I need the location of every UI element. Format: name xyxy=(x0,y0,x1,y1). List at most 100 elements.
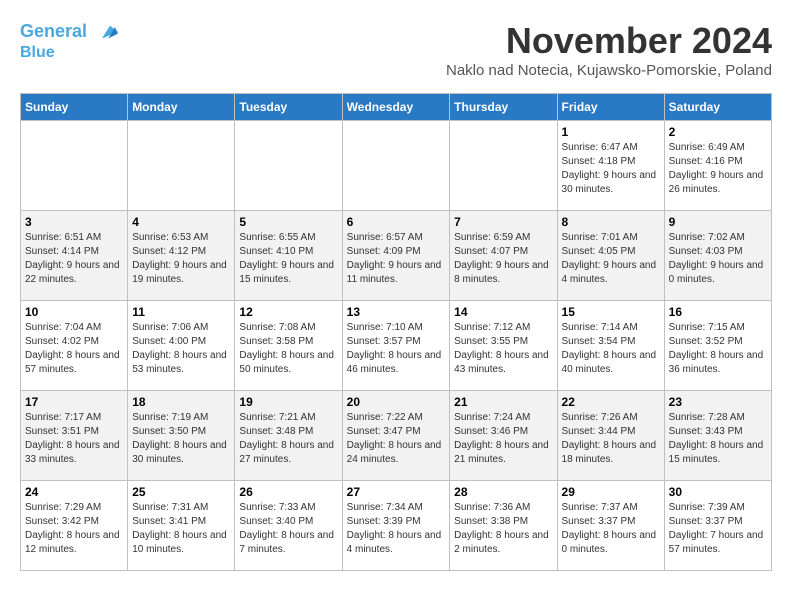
calendar-cell: 11 Sunrise: 7:06 AM Sunset: 4:00 PM Dayli… xyxy=(128,301,235,391)
calendar: SundayMondayTuesdayWednesdayThursdayFrid… xyxy=(20,93,772,571)
calendar-header: SundayMondayTuesdayWednesdayThursdayFrid… xyxy=(21,94,772,121)
calendar-cell: 17 Sunrise: 7:17 AM Sunset: 3:51 PM Dayli… xyxy=(21,391,128,481)
calendar-week-5: 24 Sunrise: 7:29 AM Sunset: 3:42 PM Dayli… xyxy=(21,481,772,571)
day-info: Sunrise: 7:36 AM Sunset: 3:38 PM Dayligh… xyxy=(454,501,552,557)
day-info: Sunrise: 7:22 AM Sunset: 3:47 PM Dayligh… xyxy=(347,411,446,467)
weekday-header-tuesday: Tuesday xyxy=(235,94,342,121)
calendar-cell: 7 Sunrise: 6:59 AM Sunset: 4:07 PM Daylig… xyxy=(450,211,557,301)
calendar-cell xyxy=(128,121,235,211)
day-number: 23 xyxy=(669,395,767,409)
calendar-cell: 2 Sunrise: 6:49 AM Sunset: 4:16 PM Daylig… xyxy=(664,121,771,211)
month-title: November 2024 xyxy=(446,20,772,62)
logo-line1: General xyxy=(20,21,87,41)
day-info: Sunrise: 7:10 AM Sunset: 3:57 PM Dayligh… xyxy=(347,321,446,377)
day-number: 29 xyxy=(562,485,660,499)
day-number: 21 xyxy=(454,395,552,409)
day-number: 7 xyxy=(454,215,552,229)
day-info: Sunrise: 7:24 AM Sunset: 3:46 PM Dayligh… xyxy=(454,411,552,467)
calendar-cell: 12Sunrise: 7:08 AM Sunset: 3:58 PM Dayli… xyxy=(235,301,342,391)
day-number: 10 xyxy=(25,305,123,319)
day-info: Sunrise: 6:51 AM Sunset: 4:14 PM Dayligh… xyxy=(25,231,123,287)
day-number: 17 xyxy=(25,395,123,409)
day-number: 22 xyxy=(562,395,660,409)
day-info: Sunrise: 7:01 AM Sunset: 4:05 PM Dayligh… xyxy=(562,231,660,287)
calendar-cell: 20Sunrise: 7:22 AM Sunset: 3:47 PM Dayli… xyxy=(342,391,450,481)
day-number: 6 xyxy=(347,215,446,229)
calendar-week-3: 10 Sunrise: 7:04 AM Sunset: 4:02 PM Dayli… xyxy=(21,301,772,391)
day-number: 8 xyxy=(562,215,660,229)
day-number: 13 xyxy=(347,305,446,319)
calendar-body: 1 Sunrise: 6:47 AM Sunset: 4:18 PM Daylig… xyxy=(21,121,772,571)
day-info: Sunrise: 7:21 AM Sunset: 3:48 PM Dayligh… xyxy=(239,411,337,467)
calendar-cell: 8 Sunrise: 7:01 AM Sunset: 4:05 PM Daylig… xyxy=(557,211,664,301)
day-number: 3 xyxy=(25,215,123,229)
weekday-header-friday: Friday xyxy=(557,94,664,121)
calendar-cell: 3 Sunrise: 6:51 AM Sunset: 4:14 PM Daylig… xyxy=(21,211,128,301)
calendar-cell: 28 Sunrise: 7:36 AM Sunset: 3:38 PM Dayli… xyxy=(450,481,557,571)
calendar-cell: 14Sunrise: 7:12 AM Sunset: 3:55 PM Dayli… xyxy=(450,301,557,391)
day-info: Sunrise: 7:15 AM Sunset: 3:52 PM Dayligh… xyxy=(669,321,767,377)
logo-line2: Blue xyxy=(20,44,118,62)
day-info: Sunrise: 7:04 AM Sunset: 4:02 PM Dayligh… xyxy=(25,321,123,377)
calendar-cell: 10 Sunrise: 7:04 AM Sunset: 4:02 PM Dayli… xyxy=(21,301,128,391)
day-info: Sunrise: 6:53 AM Sunset: 4:12 PM Dayligh… xyxy=(132,231,230,287)
calendar-cell: 30Sunrise: 7:39 AM Sunset: 3:37 PM Dayli… xyxy=(664,481,771,571)
day-info: Sunrise: 7:12 AM Sunset: 3:55 PM Dayligh… xyxy=(454,321,552,377)
day-info: Sunrise: 7:17 AM Sunset: 3:51 PM Dayligh… xyxy=(25,411,123,467)
weekday-header-sunday: Sunday xyxy=(21,94,128,121)
calendar-cell xyxy=(450,121,557,211)
day-number: 2 xyxy=(669,125,767,139)
calendar-cell: 22 Sunrise: 7:26 AM Sunset: 3:44 PM Dayli… xyxy=(557,391,664,481)
logo: General Blue xyxy=(20,20,118,62)
day-info: Sunrise: 6:59 AM Sunset: 4:07 PM Dayligh… xyxy=(454,231,552,287)
calendar-cell: 16 Sunrise: 7:15 AM Sunset: 3:52 PM Dayli… xyxy=(664,301,771,391)
calendar-cell: 6 Sunrise: 6:57 AM Sunset: 4:09 PM Daylig… xyxy=(342,211,450,301)
day-number: 12 xyxy=(239,305,337,319)
calendar-week-2: 3 Sunrise: 6:51 AM Sunset: 4:14 PM Daylig… xyxy=(21,211,772,301)
day-info: Sunrise: 6:57 AM Sunset: 4:09 PM Dayligh… xyxy=(347,231,446,287)
day-info: Sunrise: 7:34 AM Sunset: 3:39 PM Dayligh… xyxy=(347,501,446,557)
calendar-cell: 18Sunrise: 7:19 AM Sunset: 3:50 PM Dayli… xyxy=(128,391,235,481)
day-number: 24 xyxy=(25,485,123,499)
calendar-cell: 24 Sunrise: 7:29 AM Sunset: 3:42 PM Dayli… xyxy=(21,481,128,571)
day-info: Sunrise: 7:28 AM Sunset: 3:43 PM Dayligh… xyxy=(669,411,767,467)
calendar-cell: 27 Sunrise: 7:34 AM Sunset: 3:39 PM Dayli… xyxy=(342,481,450,571)
title-section: November 2024 Naklo nad Notecia, Kujawsk… xyxy=(446,20,772,89)
calendar-cell xyxy=(342,121,450,211)
weekday-header-thursday: Thursday xyxy=(450,94,557,121)
calendar-cell: 26 Sunrise: 7:33 AM Sunset: 3:40 PM Dayli… xyxy=(235,481,342,571)
day-number: 1 xyxy=(562,125,660,139)
day-number: 5 xyxy=(239,215,337,229)
calendar-cell: 5 Sunrise: 6:55 AM Sunset: 4:10 PM Daylig… xyxy=(235,211,342,301)
day-number: 28 xyxy=(454,485,552,499)
day-info: Sunrise: 7:06 AM Sunset: 4:00 PM Dayligh… xyxy=(132,321,230,377)
weekday-header-monday: Monday xyxy=(128,94,235,121)
weekday-header-wednesday: Wednesday xyxy=(342,94,450,121)
day-info: Sunrise: 6:49 AM Sunset: 4:16 PM Dayligh… xyxy=(669,141,767,197)
calendar-cell: 9 Sunrise: 7:02 AM Sunset: 4:03 PM Daylig… xyxy=(664,211,771,301)
day-number: 16 xyxy=(669,305,767,319)
day-info: Sunrise: 7:29 AM Sunset: 3:42 PM Dayligh… xyxy=(25,501,123,557)
location-title: Naklo nad Notecia, Kujawsko-Pomorskie, P… xyxy=(446,62,772,79)
calendar-cell: 25Sunrise: 7:31 AM Sunset: 3:41 PM Dayli… xyxy=(128,481,235,571)
day-info: Sunrise: 6:47 AM Sunset: 4:18 PM Dayligh… xyxy=(562,141,660,197)
calendar-cell: 1 Sunrise: 6:47 AM Sunset: 4:18 PM Daylig… xyxy=(557,121,664,211)
calendar-cell xyxy=(235,121,342,211)
day-number: 25 xyxy=(132,485,230,499)
calendar-cell: 23 Sunrise: 7:28 AM Sunset: 3:43 PM Dayli… xyxy=(664,391,771,481)
calendar-cell: 19Sunrise: 7:21 AM Sunset: 3:48 PM Dayli… xyxy=(235,391,342,481)
day-info: Sunrise: 7:26 AM Sunset: 3:44 PM Dayligh… xyxy=(562,411,660,467)
day-number: 4 xyxy=(132,215,230,229)
day-number: 9 xyxy=(669,215,767,229)
day-info: Sunrise: 6:55 AM Sunset: 4:10 PM Dayligh… xyxy=(239,231,337,287)
day-number: 15 xyxy=(562,305,660,319)
day-number: 26 xyxy=(239,485,337,499)
weekday-header-saturday: Saturday xyxy=(664,94,771,121)
day-number: 27 xyxy=(347,485,446,499)
calendar-cell: 21 Sunrise: 7:24 AM Sunset: 3:46 PM Dayli… xyxy=(450,391,557,481)
day-info: Sunrise: 7:33 AM Sunset: 3:40 PM Dayligh… xyxy=(239,501,337,557)
calendar-cell: 29Sunrise: 7:37 AM Sunset: 3:37 PM Dayli… xyxy=(557,481,664,571)
day-info: Sunrise: 7:02 AM Sunset: 4:03 PM Dayligh… xyxy=(669,231,767,287)
calendar-week-1: 1 Sunrise: 6:47 AM Sunset: 4:18 PM Daylig… xyxy=(21,121,772,211)
day-number: 11 xyxy=(132,305,230,319)
